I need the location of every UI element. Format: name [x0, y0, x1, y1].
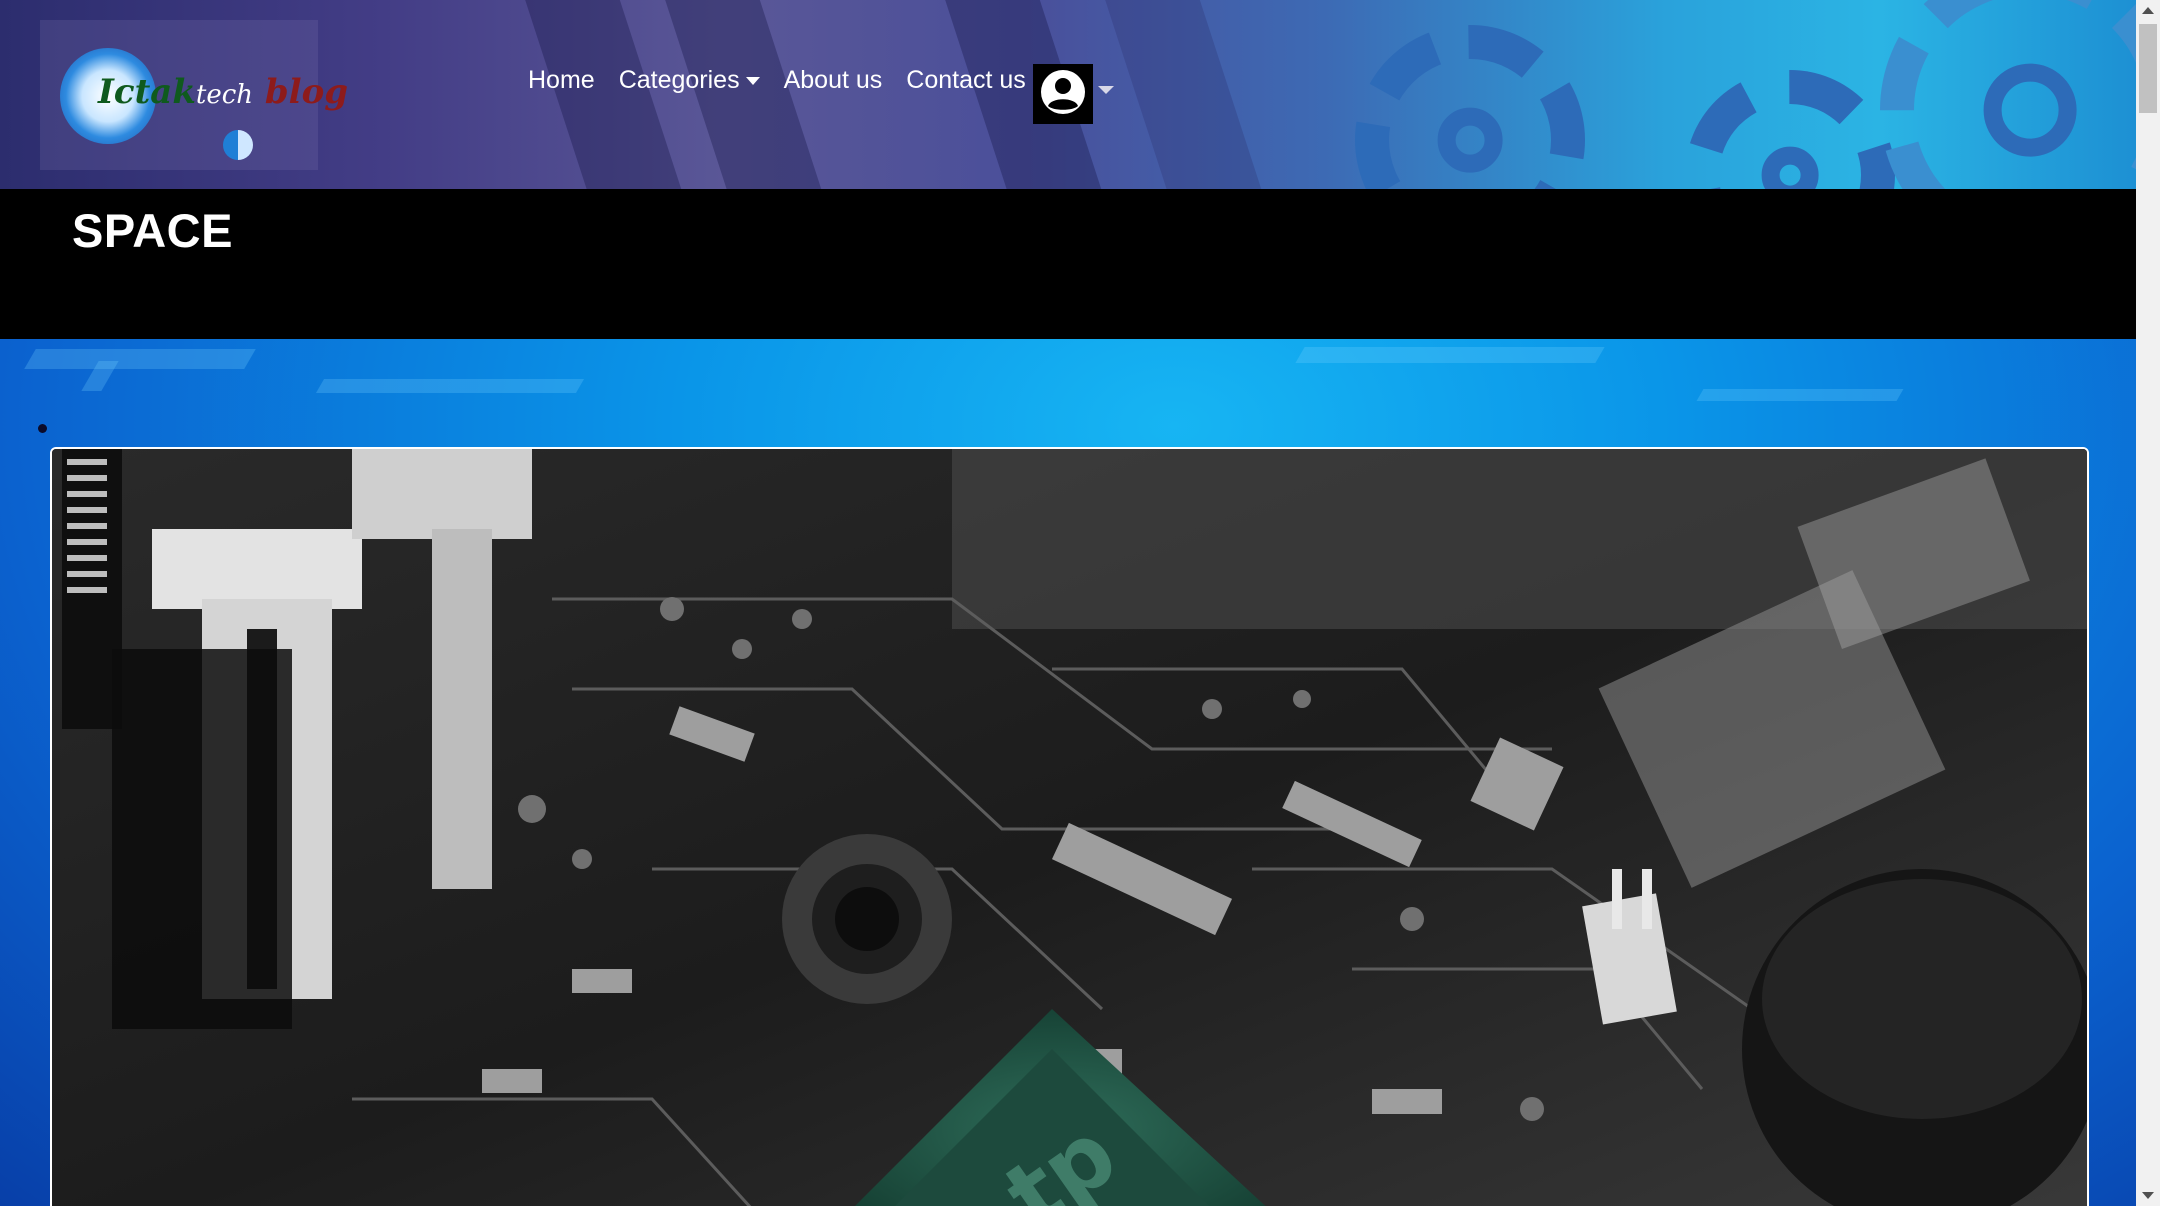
nav-categories[interactable]: Categories	[619, 66, 760, 95]
page-title-band: SPACE	[0, 189, 2136, 339]
content-area: tp	[0, 339, 2136, 1206]
logo-text: Ictaktech blog	[98, 72, 349, 112]
site-logo[interactable]: Ictaktech blog	[40, 20, 348, 170]
nav-categories-label: Categories	[618, 66, 740, 94]
page: Ictaktech blog Home Categories About us …	[0, 0, 2160, 1206]
caret-down-icon	[745, 77, 760, 86]
user-menu-caret-icon[interactable]	[1098, 86, 1114, 94]
scroll-up-arrow-icon[interactable]	[2142, 7, 2154, 14]
logo-mark-icon	[223, 130, 253, 160]
nav-contact-us[interactable]: Contact us	[906, 66, 1026, 95]
gear-decoration-icon	[1685, 70, 1895, 189]
scroll-down-arrow-icon[interactable]	[2142, 1192, 2154, 1199]
user-avatar-icon	[1041, 70, 1085, 114]
scrollbar-thumb[interactable]	[2139, 24, 2157, 113]
list-bullet	[38, 424, 47, 433]
nav-home[interactable]: Home	[528, 66, 595, 95]
gear-decoration-icon	[1355, 25, 1585, 189]
nav-about-us[interactable]: About us	[784, 66, 883, 95]
circuit-board-image[interactable]: tp	[50, 447, 2089, 1206]
user-avatar-button[interactable]	[1033, 64, 1093, 124]
main-nav: Home Categories About us Contact us	[528, 66, 1050, 95]
vertical-scrollbar[interactable]	[2136, 0, 2160, 1206]
site-header: Ictaktech blog Home Categories About us …	[0, 0, 2136, 189]
gear-decoration-icon	[1880, 0, 2136, 189]
page-title: SPACE	[72, 204, 233, 257]
circuit-board-photo-icon: tp	[52, 449, 2087, 1206]
